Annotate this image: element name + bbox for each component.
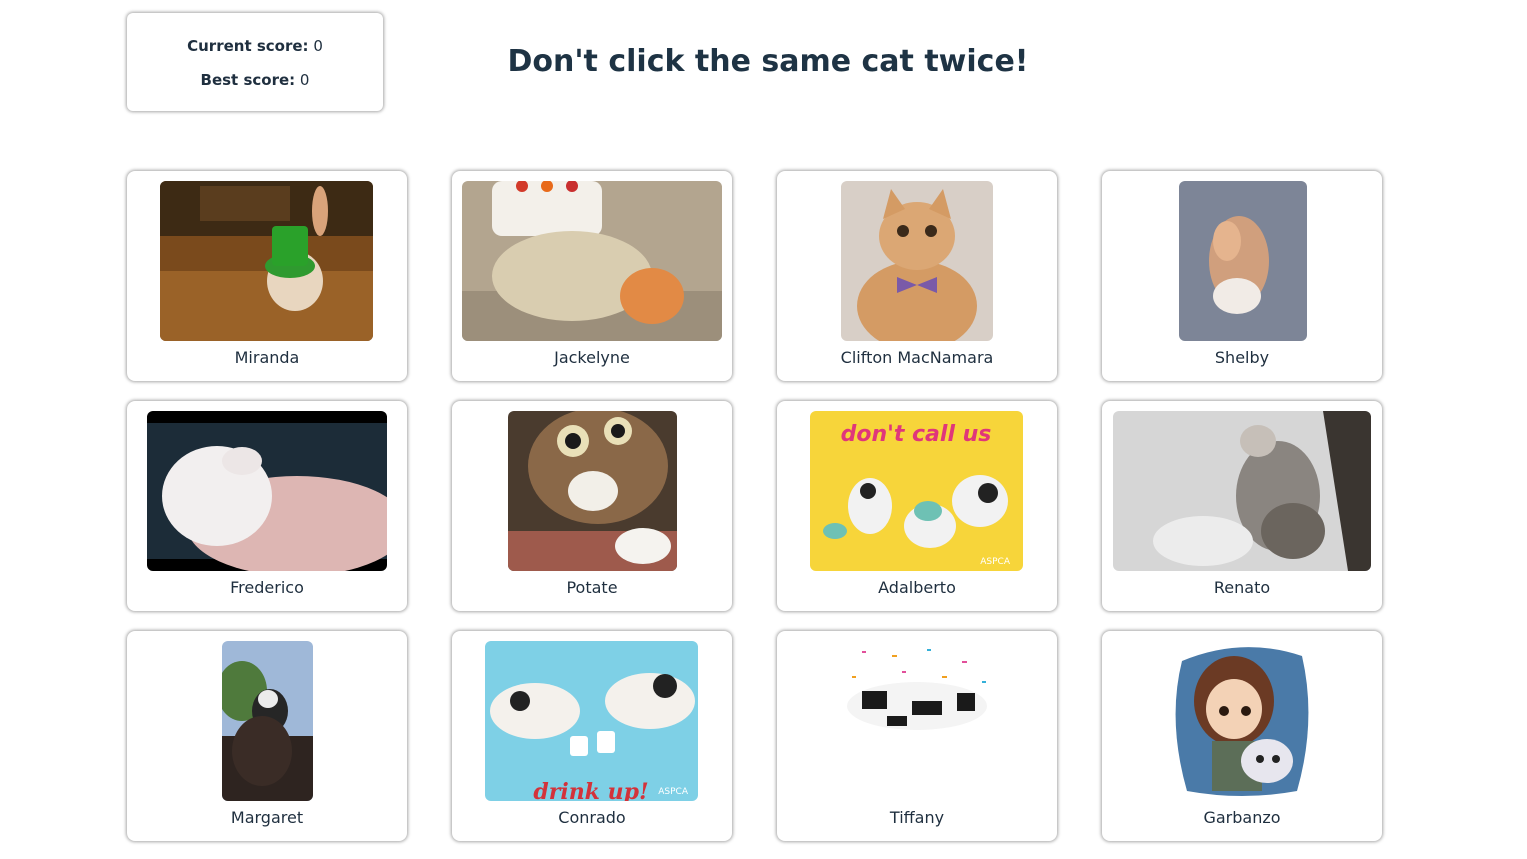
cat-name: Miranda <box>234 348 300 367</box>
cat-name: Conrado <box>558 808 626 827</box>
cat-name: Adalberto <box>878 578 956 597</box>
cat-name: Renato <box>1213 578 1271 597</box>
cat-name: Potate <box>566 578 618 597</box>
cat-blur-image <box>1179 181 1307 341</box>
pixel-cat-confetti-image <box>832 641 1002 801</box>
cat-bowtie-image <box>841 181 993 341</box>
watermark-text: ASPCA <box>980 557 1011 567</box>
cat-card-garbanzo[interactable]: Garbanzo <box>1102 631 1382 841</box>
best-score: Best score: 0 <box>127 70 383 90</box>
best-score-value: 0 <box>299 71 310 89</box>
cats-drinking-cups-image: drink up! ASPCA <box>485 641 698 801</box>
cat-card-adalberto[interactable]: don't call us ASPCA Adalberto <box>777 401 1057 611</box>
kitten-green-hat-image <box>160 181 373 341</box>
kittens-telephone-image: don't call us ASPCA <box>810 411 1023 571</box>
page-title: Don't click the same cat twice! <box>507 44 1029 79</box>
cat-name: Clifton MacNamara <box>840 348 994 367</box>
cat-name: Shelby <box>1214 348 1270 367</box>
overlay-text: don't call us <box>841 422 992 447</box>
current-score: Current score: 0 <box>127 36 383 56</box>
scoreboard: Current score: 0 Best score: 0 <box>127 13 383 111</box>
cat-name: Garbanzo <box>1203 808 1281 827</box>
cat-card-conrado[interactable]: drink up! ASPCA Conrado <box>452 631 732 841</box>
cat-card-tiffany[interactable]: Tiffany <box>777 631 1057 841</box>
cat-name: Frederico <box>230 578 304 597</box>
cat-card-jackelyne[interactable]: Jackelyne <box>452 171 732 381</box>
watermark-text: ASPCA <box>658 787 689 797</box>
current-score-value: 0 <box>313 37 323 55</box>
cat-on-shoulder-image <box>222 641 313 801</box>
white-cat-blanket-image <box>147 411 387 571</box>
cat-card-clifton[interactable]: Clifton MacNamara <box>777 171 1057 381</box>
best-score-label: Best score: <box>200 71 296 89</box>
cat-card-miranda[interactable]: Miranda <box>127 171 407 381</box>
kitten-in-turtle-costume-image <box>462 181 722 341</box>
cat-card-renato[interactable]: Renato <box>1102 401 1382 611</box>
girl-with-cat-drawing-image <box>1172 641 1312 801</box>
cat-name: Jackelyne <box>554 348 630 367</box>
cat-card-potate[interactable]: Potate <box>452 401 732 611</box>
overlay-text: drink up! <box>533 779 648 801</box>
tabby-kitten-closeup-image <box>508 411 677 571</box>
cat-card-shelby[interactable]: Shelby <box>1102 171 1382 381</box>
cat-climbing-snow-image <box>1113 411 1371 571</box>
cat-name: Tiffany <box>889 808 945 827</box>
cat-name: Margaret <box>230 808 304 827</box>
cat-card-margaret[interactable]: Margaret <box>127 631 407 841</box>
current-score-label: Current score: <box>187 37 309 55</box>
cat-card-frederico[interactable]: Frederico <box>127 401 407 611</box>
